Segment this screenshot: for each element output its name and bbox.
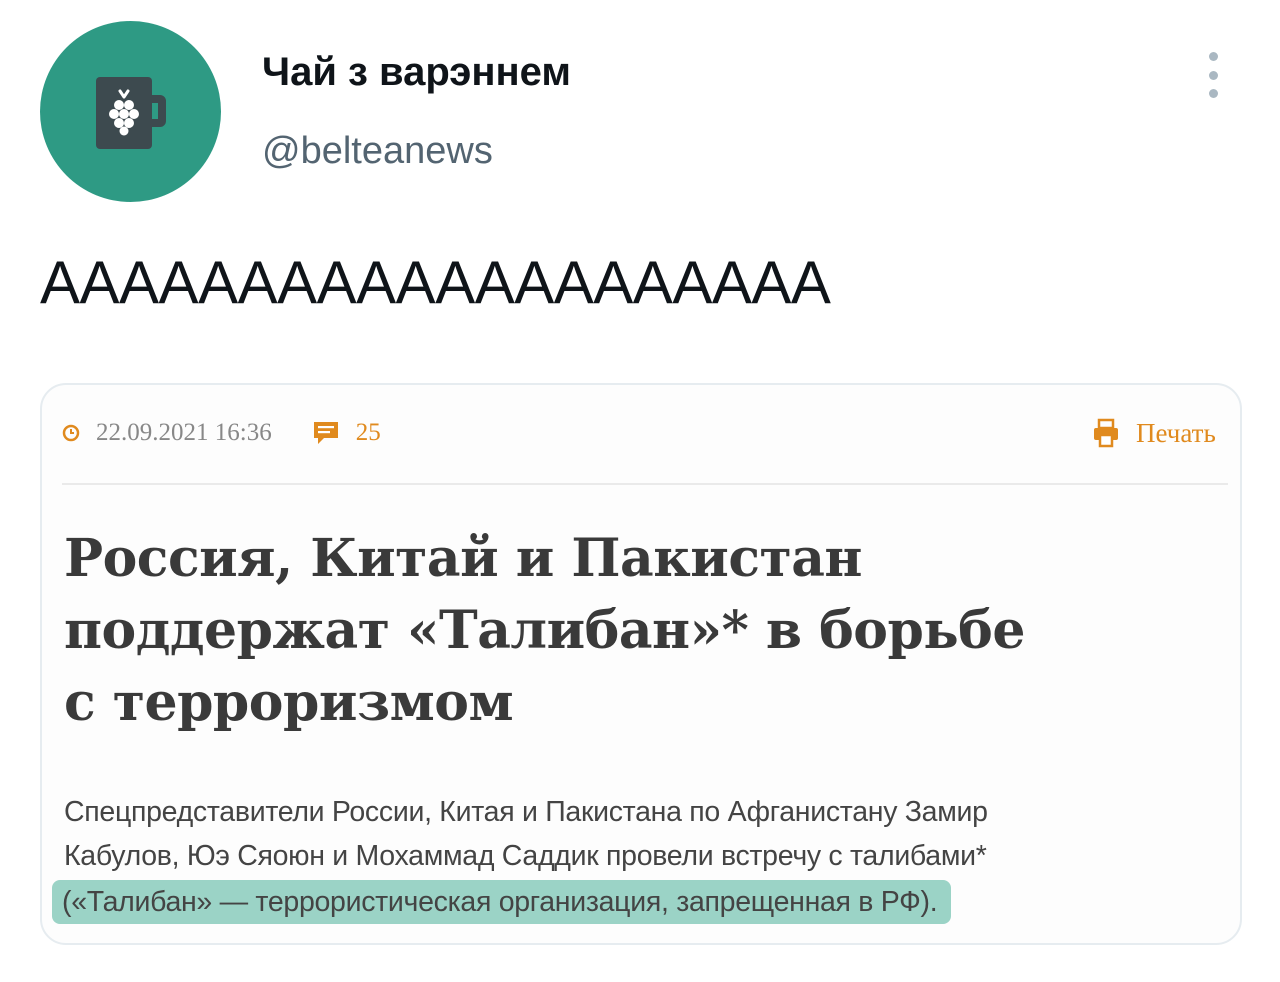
lead-line: Спецпредставители России, Китая и Пакист…	[64, 796, 988, 828]
clock-icon	[62, 424, 80, 442]
tweet-text: АААААААААААААААААААА	[40, 249, 831, 316]
highlighted-footnote: («Талибан» — террористическая организаци…	[52, 880, 952, 924]
headline-line: поддержат «Талибан»* в борьбе	[64, 600, 1025, 661]
handle[interactable]: @belteanews	[262, 130, 493, 173]
more-vertical-icon-dot	[1208, 89, 1218, 98]
article-headline: Россия, Китай и Пакистан поддержат «Тали…	[64, 523, 1224, 739]
print-button[interactable]: Печать	[1092, 415, 1216, 451]
headline-line: Россия, Китай и Пакистан	[64, 528, 863, 589]
article-time-value: 16:36	[214, 419, 272, 446]
more-vertical-icon-dot	[1208, 70, 1218, 80]
comment-icon	[313, 422, 338, 444]
tweet: Чай з варэннем @belteanews ААААААААААААА…	[0, 0, 1280, 982]
more-options-button[interactable]	[1196, 52, 1230, 98]
more-vertical-icon	[1208, 52, 1218, 61]
print-label: Печать	[1136, 417, 1216, 448]
article-date: 22.09.2021 16:36	[96, 419, 272, 447]
lead-line: Кабулов, Юэ Сяоюн и Мохаммад Саддик пров…	[64, 840, 987, 872]
article-date-value: 22.09.2021	[96, 419, 209, 446]
display-name[interactable]: Чай з варэннем	[262, 50, 571, 95]
article-meta: 22.09.2021 16:36 25	[62, 415, 381, 451]
avatar[interactable]	[40, 21, 221, 202]
divider	[62, 483, 1228, 485]
comments-count[interactable]: 25	[356, 419, 381, 447]
mug-raspberry-icon	[95, 76, 166, 149]
printer-icon	[1094, 418, 1118, 448]
article-lead: Спецпредставители России, Китая и Пакист…	[52, 790, 1234, 924]
article-screenshot[interactable]: 22.09.2021 16:36 25 Печать Россия, Китай…	[40, 383, 1242, 945]
headline-line: с терроризмом	[64, 672, 514, 733]
